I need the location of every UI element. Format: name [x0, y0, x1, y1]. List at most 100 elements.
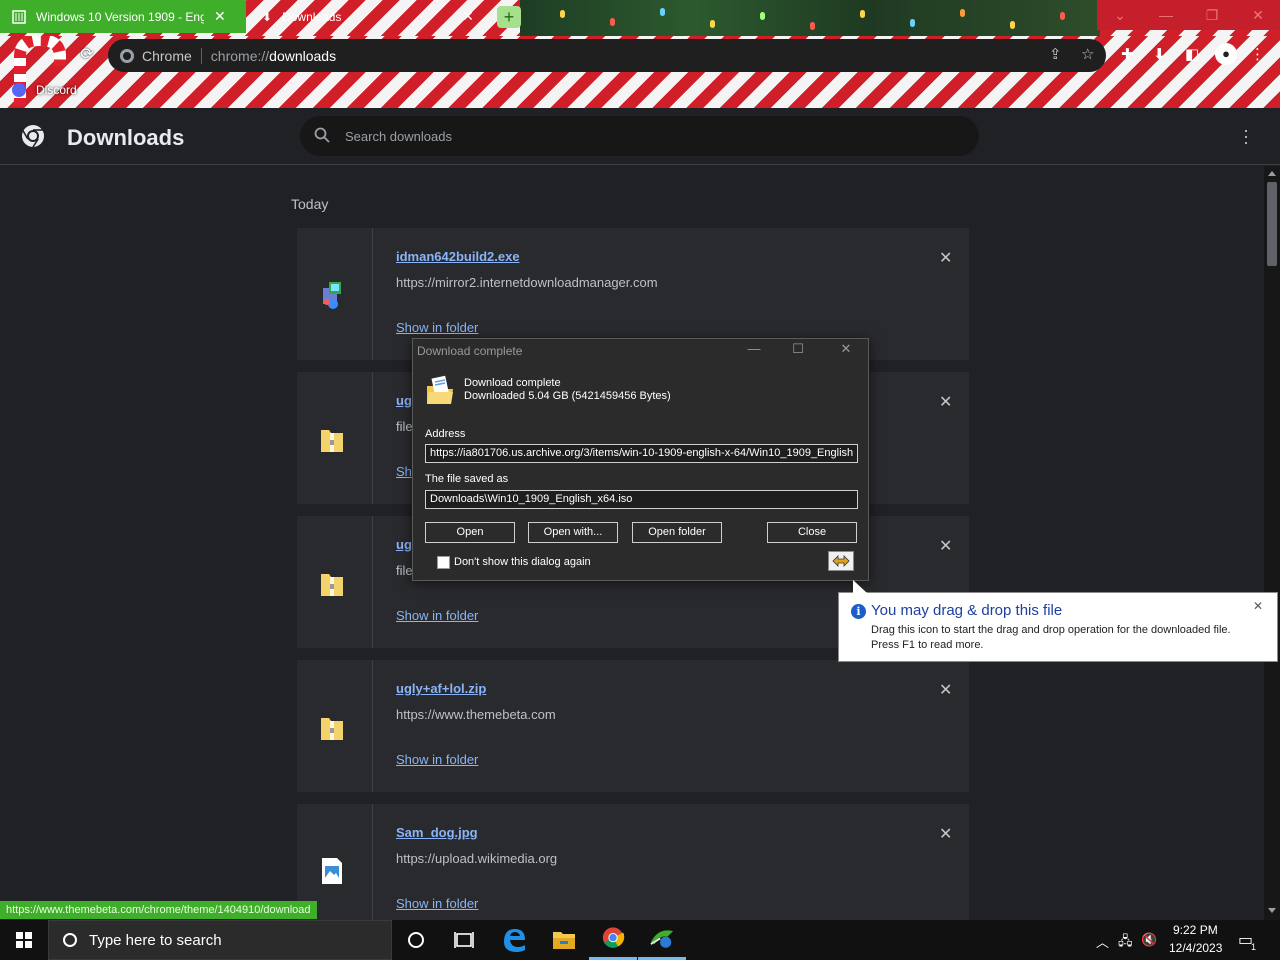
- side-panel-icon[interactable]: ◧: [1185, 45, 1199, 63]
- address-bar[interactable]: Chrome chrome://downloads: [108, 39, 1106, 72]
- search-downloads-box[interactable]: [300, 116, 979, 156]
- scroll-down-icon[interactable]: [1268, 908, 1276, 913]
- tab-close-icon[interactable]: ✕: [214, 8, 226, 25]
- drag-drop-tooltip: i You may drag & drop this file Drag thi…: [838, 580, 1278, 662]
- download-item: ugly+af+lol.zip https://www.themebeta.co…: [297, 660, 969, 792]
- file-explorer-icon[interactable]: [540, 920, 588, 960]
- saved-as-field[interactable]: Downloads\Win10_1909_English_x64.iso: [425, 490, 858, 509]
- chrome-site-icon: [120, 48, 134, 63]
- chrome-logo-icon: [22, 125, 44, 148]
- tab-search-icon[interactable]: ⌄: [1097, 0, 1143, 30]
- bookmark-discord[interactable]: Discord: [12, 80, 77, 100]
- file-source-url[interactable]: https://www.themebeta.com: [396, 707, 556, 722]
- task-view-icon[interactable]: [440, 920, 488, 960]
- tab-title: Downloads: [282, 9, 342, 24]
- clock-time[interactable]: 9:22 PM: [1173, 923, 1218, 937]
- notification-count-badge: 1: [1251, 942, 1257, 952]
- discord-icon: [12, 83, 26, 97]
- link-status-bubble: https://www.themebeta.com/chrome/theme/1…: [0, 901, 317, 919]
- network-icon[interactable]: 🖧: [1118, 932, 1133, 954]
- file-name-link[interactable]: ug: [396, 537, 412, 552]
- dialog-minimize-button[interactable]: —: [739, 341, 769, 361]
- windows-taskbar: Type here to search ︿ 🖧 🔇 9:22 PM 12/4/2…: [0, 920, 1280, 960]
- tooltip-line-2: Press F1 to read more.: [871, 639, 984, 651]
- close-window-button[interactable]: ✕: [1235, 0, 1280, 30]
- dialog-heading: Download complete: [464, 377, 561, 389]
- drag-file-icon[interactable]: [828, 551, 854, 571]
- show-hidden-icons-icon[interactable]: ︿: [1096, 932, 1109, 951]
- share-icon[interactable]: ⇪: [1049, 45, 1062, 63]
- tab-downloads[interactable]: ⬇ Downloads ✕: [248, 0, 488, 33]
- zip-icon: [321, 430, 343, 452]
- tooltip-close-icon[interactable]: ✕: [1253, 599, 1263, 613]
- dont-show-again-label: Don't show this dialog again: [454, 556, 591, 568]
- file-name-link[interactable]: ug: [396, 393, 412, 408]
- profile-avatar-icon[interactable]: ●: [1215, 43, 1237, 65]
- open-button[interactable]: Open: [425, 522, 515, 543]
- search-icon: [63, 933, 77, 947]
- show-in-folder-link[interactable]: Sh: [396, 464, 412, 479]
- show-in-folder-link[interactable]: Show in folder: [396, 608, 478, 623]
- title-bar: Windows 10 Version 1909 - Eng ✕ ⬇ Downlo…: [0, 0, 1280, 36]
- volume-muted-icon[interactable]: 🔇: [1141, 932, 1157, 948]
- address-field[interactable]: https://ia801706.us.archive.org/3/items/…: [425, 444, 858, 463]
- restore-button[interactable]: ❐: [1189, 0, 1235, 30]
- tab-title: Windows 10 Version 1909 - Eng: [36, 9, 204, 24]
- edge-icon[interactable]: [490, 920, 538, 960]
- file-source-url[interactable]: file: [396, 419, 413, 434]
- minimize-button[interactable]: —: [1143, 0, 1189, 30]
- start-windows-icon[interactable]: [0, 920, 48, 960]
- remove-from-list-icon[interactable]: ✕: [939, 680, 952, 700]
- address-label: Address: [425, 428, 466, 440]
- url-host: downloads: [269, 47, 337, 64]
- folder-document-icon: [427, 375, 453, 404]
- file-name-link[interactable]: idman642build2.exe: [396, 249, 520, 264]
- image-icon: [322, 858, 342, 884]
- remove-from-list-icon[interactable]: ✕: [939, 536, 952, 556]
- site-label: Chrome: [142, 47, 192, 64]
- zip-icon: [321, 574, 343, 596]
- open-with-button[interactable]: Open with...: [528, 522, 618, 543]
- menu-icon[interactable]: ⋮: [1250, 45, 1265, 63]
- new-tab-button[interactable]: +: [497, 6, 521, 28]
- file-name-link[interactable]: ugly+af+lol.zip: [396, 681, 486, 696]
- scrollbar-thumb[interactable]: [1267, 182, 1277, 266]
- idm-taskbar-icon[interactable]: [638, 920, 686, 960]
- bookmark-star-icon[interactable]: ☆: [1081, 45, 1094, 63]
- page-scrollbar[interactable]: [1264, 166, 1280, 920]
- page-title: Downloads: [67, 125, 185, 150]
- tab-archive[interactable]: Windows 10 Version 1909 - Eng ✕: [0, 0, 246, 33]
- reload-icon[interactable]: ⟳: [76, 44, 98, 66]
- scroll-up-icon[interactable]: [1268, 171, 1276, 176]
- dialog-close-button[interactable]: ✕: [831, 341, 861, 361]
- dont-show-again-checkbox[interactable]: [437, 556, 450, 569]
- chrome-taskbar-icon[interactable]: [589, 920, 637, 960]
- search-input[interactable]: [345, 125, 945, 147]
- download-icon[interactable]: ⬇: [1153, 45, 1166, 63]
- taskbar-search-placeholder: Type here to search: [89, 931, 222, 949]
- download-complete-dialog: Download complete — ☐ ✕ Download complet…: [412, 338, 869, 581]
- remove-from-list-icon[interactable]: ✕: [939, 392, 952, 412]
- tab-close-icon[interactable]: ✕: [462, 8, 474, 25]
- dialog-maximize-button[interactable]: ☐: [783, 341, 813, 361]
- show-in-folder-link[interactable]: Show in folder: [396, 320, 478, 335]
- open-folder-button[interactable]: Open folder: [632, 522, 722, 543]
- info-icon: i: [851, 604, 866, 619]
- download-item: Sam_dog.jpg https://upload.wikimedia.org…: [297, 804, 969, 920]
- more-actions-icon[interactable]: · · ·: [1238, 121, 1254, 151]
- file-source-url[interactable]: https://upload.wikimedia.org: [396, 851, 557, 866]
- file-source-url[interactable]: file: [396, 563, 413, 578]
- christmas-lights-decoration: [520, 0, 1100, 36]
- close-button[interactable]: Close: [767, 522, 857, 543]
- extension-icon[interactable]: ✚: [1121, 45, 1134, 63]
- show-in-folder-link[interactable]: Show in folder: [396, 896, 478, 911]
- taskbar-search-box[interactable]: Type here to search: [48, 920, 392, 960]
- file-source-url[interactable]: https://mirror2.internetdownloadmanager.…: [396, 275, 658, 290]
- clock-date[interactable]: 12/4/2023: [1169, 941, 1222, 955]
- cortana-icon[interactable]: [392, 920, 440, 960]
- show-in-folder-link[interactable]: Show in folder: [396, 752, 478, 767]
- remove-from-list-icon[interactable]: ✕: [939, 824, 952, 844]
- remove-from-list-icon[interactable]: ✕: [939, 248, 952, 268]
- file-name-link[interactable]: Sam_dog.jpg: [396, 825, 478, 840]
- url-prefix: chrome://: [210, 47, 270, 64]
